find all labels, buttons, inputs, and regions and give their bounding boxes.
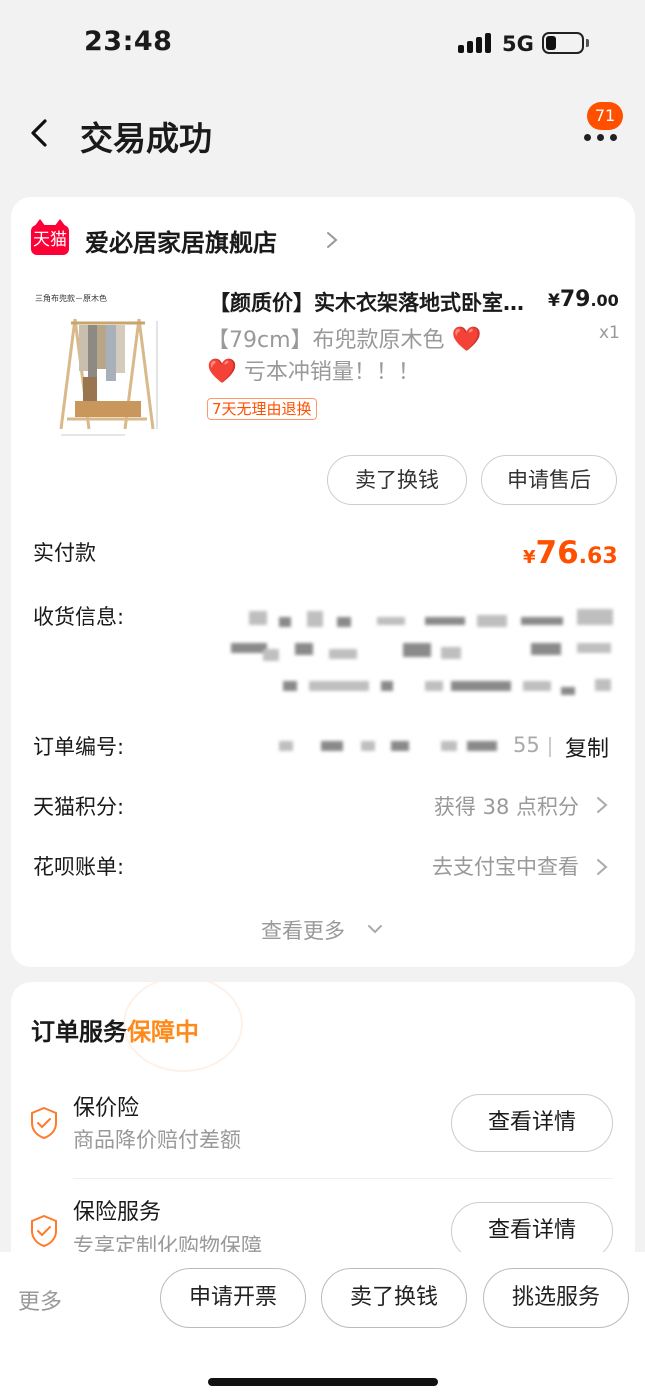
status-time: 23:48 (84, 26, 173, 57)
paid-label: 实付款 (33, 541, 96, 565)
page-title: 交易成功 (80, 119, 212, 158)
huabei-value[interactable]: 去支付宝中查看 (432, 851, 579, 881)
points-label: 天猫积分: (33, 795, 125, 819)
status-bar: 23:48 5G (0, 0, 645, 88)
service-card: 订单服务保障中 保价险 商品降价赔付差额 查看详情 保险服务 专享定制化购物保障… (11, 982, 635, 1272)
order-card: 天猫 爱必居家居旗舰店 三角布兜款－原木色 【颜质价】实木衣架落地式卧室挂衣架 … (11, 197, 635, 967)
heart-icon: ❤️ (207, 357, 237, 385)
signal-icon (458, 33, 492, 53)
after-sales-button[interactable]: 申请售后 (481, 455, 617, 505)
service-title-prefix: 订单服务 (31, 1018, 127, 1046)
bottom-action-bar: 更多 申请开票 卖了换钱 挑选服务 (0, 1252, 645, 1398)
sell-for-cash-button[interactable]: 卖了换钱 (327, 455, 467, 505)
price-decimal: .00 (590, 291, 619, 310)
more-button[interactable]: 更多 (18, 1284, 62, 1316)
paid-symbol: ¥ (523, 547, 536, 568)
chevron-right-icon[interactable] (325, 231, 339, 249)
chevron-right-icon[interactable] (595, 857, 609, 877)
more-menu-icon[interactable] (584, 128, 620, 142)
product-title[interactable]: 【颜质价】实木衣架落地式卧室挂衣架 (209, 287, 539, 317)
divider (73, 1178, 613, 1179)
paid-integer: 76 (535, 535, 579, 571)
product-image[interactable]: 三角布兜款－原木色 (31, 291, 169, 441)
service-name: 保价险 (73, 1096, 140, 1121)
product-spec: 【79cm】布兜款原木色 ❤️ ❤️ 亏本冲销量！！！ (207, 325, 517, 389)
product-price: ¥79.00 (548, 287, 619, 312)
price-integer: 79 (559, 287, 591, 312)
order-number-label: 订单编号: (33, 735, 125, 759)
copy-order-number-button[interactable]: 复制 (565, 731, 609, 763)
shop-name[interactable]: 爱必居家居旗舰店 (85, 223, 277, 258)
product-quantity: x1 (599, 323, 620, 343)
tmall-logo-icon: 天猫 (31, 219, 69, 255)
spec-line-2: 亏本冲销量！！！ (243, 360, 420, 385)
back-arrow-icon[interactable] (26, 116, 52, 150)
see-more-button[interactable]: 查看更多 (261, 915, 345, 945)
service-title: 订单服务保障中 (31, 1012, 199, 1047)
divider (549, 737, 551, 757)
paid-amount: ¥76.63 (523, 535, 618, 571)
product-image-caption: 三角布兜款－原木色 (35, 294, 107, 303)
service-item: 保价险 商品降价赔付差额 查看详情 (11, 1078, 635, 1178)
chevron-down-icon[interactable] (367, 923, 383, 935)
service-name: 保险服务 (73, 1200, 162, 1225)
message-badge[interactable]: 71 (587, 102, 623, 130)
chevron-right-icon[interactable] (595, 795, 609, 815)
battery-level (546, 36, 556, 50)
service-desc: 商品降价赔付差额 (73, 1128, 241, 1152)
price-symbol: ¥ (548, 291, 560, 311)
clothes-rack-illustration (59, 318, 158, 436)
network-type: 5G (502, 32, 534, 56)
battery-icon (542, 32, 584, 54)
home-indicator[interactable] (208, 1378, 438, 1386)
request-invoice-button[interactable]: 申请开票 (160, 1268, 306, 1328)
service-title-highlight: 保障中 (127, 1018, 199, 1046)
spec-line-1: 【79cm】布兜款原木色 (207, 328, 445, 353)
battery-tip (586, 39, 589, 47)
paid-decimal: .63 (578, 544, 618, 569)
address-label: 收货信息: (33, 605, 125, 629)
points-value[interactable]: 获得 38 点积分 (434, 791, 579, 821)
order-number-tail: 55 (513, 733, 540, 757)
heart-icon: ❤️ (451, 325, 482, 353)
huabei-label: 花呗账单: (33, 855, 125, 879)
nav-header: 交易成功 71 (0, 100, 645, 170)
sell-for-cash-button[interactable]: 卖了换钱 (321, 1268, 467, 1328)
shield-icon (31, 1106, 57, 1140)
view-details-button[interactable]: 查看详情 (451, 1094, 613, 1152)
shield-icon (31, 1214, 57, 1248)
return-policy-badge: 7天无理由退换 (207, 398, 317, 420)
choose-service-button[interactable]: 挑选服务 (483, 1268, 629, 1328)
